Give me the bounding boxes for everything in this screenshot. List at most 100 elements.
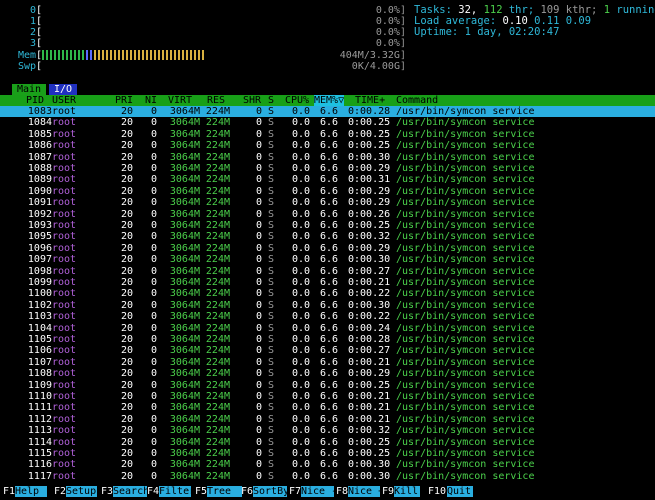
process-virt: 3064M <box>169 254 200 266</box>
process-res: 224M <box>205 425 230 437</box>
process-row[interactable]: 1111 root 20 0 3064M 224M 0 S 0.0 6.6 0:00.21/usr/… <box>0 402 655 413</box>
fkey-filter-button[interactable]: Filter <box>159 486 195 497</box>
process-row[interactable]: 1106 root 20 0 3064M 224M 0 S 0.0 6.6 0:00.27/usr/… <box>0 345 655 356</box>
process-mem: 6.6 <box>319 265 338 277</box>
process-row[interactable]: 1089 root 20 0 3064M 224M 0 S 0.0 6.6 0:00.31/usr/… <box>0 174 655 185</box>
process-row[interactable]: 1096 root 20 0 3064M 224M 0 S 0.0 6.6 0:00.29/usr/… <box>0 243 655 254</box>
column-pid[interactable]: PID <box>26 95 44 106</box>
fkey-sortby-button[interactable]: SortBy <box>253 486 289 497</box>
process-row[interactable]: 1103 root 20 0 3064M 224M 0 S 0.0 6.6 0:00.22/usr/… <box>0 311 655 322</box>
process-cpu: 0.0 <box>291 117 310 129</box>
process-pid: 1108 <box>27 368 52 380</box>
process-virt: 3064M <box>169 459 200 471</box>
column-shr[interactable]: SHR <box>243 95 261 106</box>
fkey-search-button[interactable]: Search <box>113 486 149 497</box>
process-pid: 1113 <box>27 425 52 437</box>
swap-meter: Swp[ 0K/4.00G] <box>0 61 410 72</box>
process-ni: 0 <box>150 288 157 300</box>
process-cmd: /usr/bin/symcon service <box>396 299 535 311</box>
process-user: root <box>52 208 77 220</box>
process-mem: 6.6 <box>319 436 338 448</box>
process-time: 0:00.25 <box>348 117 391 129</box>
process-cpu: 0.0 <box>291 197 310 209</box>
process-row[interactable]: 1114 root 20 0 3064M 224M 0 S 0.0 6.6 0:00.25/usr/… <box>0 437 655 448</box>
process-cpu: 0.0 <box>291 448 310 459</box>
process-ni: 0 <box>150 322 157 334</box>
process-row[interactable]: 1115 root 20 0 3064M 224M 0 S 0.0 6.6 0:00.25/usr/… <box>0 448 655 459</box>
fkey-kill-button[interactable]: Kill <box>394 486 420 497</box>
process-row[interactable]: 1112 root 20 0 3064M 224M 0 S 0.0 6.6 0:00.21/usr/… <box>0 414 655 425</box>
column-ni[interactable]: NI <box>145 95 157 106</box>
process-cmd: /usr/bin/symcon service <box>396 277 535 288</box>
fkey-setup-button[interactable]: Setup <box>66 486 97 497</box>
process-row[interactable]: 1098 root 20 0 3064M 224M 0 S 0.0 6.6 0:00.27/usr/… <box>0 266 655 277</box>
process-row[interactable]: 1093 root 20 0 3064M 224M 0 S 0.0 6.6 0:00.25/usr/… <box>0 220 655 231</box>
uptime: Uptime: 1 day, 02:20:47 <box>414 26 560 38</box>
column-command[interactable]: Command <box>396 95 438 106</box>
process-row[interactable]: 1086 root 20 0 3064M 224M 0 S 0.0 6.6 0:00.25/usr/… <box>0 140 655 151</box>
column-time[interactable]: TIME+ <box>355 95 385 106</box>
process-row[interactable]: 1105 root 20 0 3064M 224M 0 S 0.0 6.6 0:00.28/usr/… <box>0 334 655 345</box>
process-s: S <box>268 254 275 266</box>
process-ni: 0 <box>150 356 157 368</box>
tab-io[interactable]: I/O <box>49 84 78 95</box>
process-ni: 0 <box>150 459 157 471</box>
process-virt: 3064M <box>169 277 200 288</box>
process-row[interactable]: 1083 root 20 0 3064M 224M 0 S 0.0 6.6 0:00.28/usr/… <box>0 106 655 117</box>
process-row[interactable]: 1090 root 20 0 3064M 224M 0 S 0.0 6.6 0:00.29/usr/… <box>0 186 655 197</box>
process-pid: 1089 <box>27 174 52 186</box>
column-pri[interactable]: PRI <box>115 95 133 106</box>
tab-main[interactable]: Main <box>12 84 47 95</box>
process-cpu: 0.0 <box>291 459 310 471</box>
process-ni: 0 <box>150 242 157 254</box>
fkey-f2: F2 <box>54 486 67 497</box>
process-row[interactable]: 1097 root 20 0 3064M 224M 0 S 0.0 6.6 0:00.30/usr/… <box>0 254 655 265</box>
fkey-nice-button[interactable]: Nice - <box>301 486 337 497</box>
process-row[interactable]: 1104 root 20 0 3064M 224M 0 S 0.0 6.6 0:00.24/usr/… <box>0 323 655 334</box>
process-row[interactable]: 1113 root 20 0 3064M 224M 0 S 0.0 6.6 0:00.32/usr/… <box>0 425 655 436</box>
process-user: root <box>52 448 77 459</box>
process-pri: 20 <box>120 140 133 152</box>
fkey-quit-button[interactable]: Quit <box>447 486 473 497</box>
process-row[interactable]: 1092 root 20 0 3064M 224M 0 S 0.0 6.6 0:00.26/usr/… <box>0 209 655 220</box>
process-row[interactable]: 1100 root 20 0 3064M 224M 0 S 0.0 6.6 0:00.22/usr/… <box>0 288 655 299</box>
fkey-tree-button[interactable]: Tree <box>207 486 242 497</box>
column-state[interactable]: S <box>268 95 274 106</box>
process-mem: 6.6 <box>319 117 338 129</box>
process-row[interactable]: 1084 root 20 0 3064M 224M 0 S 0.0 6.6 0:00.25/usr/… <box>0 117 655 128</box>
process-cmd: /usr/bin/symcon service <box>396 436 535 448</box>
process-row[interactable]: 1087 root 20 0 3064M 224M 0 S 0.0 6.6 0:00.30/usr/… <box>0 152 655 163</box>
process-row[interactable]: 1117 root 20 0 3064M 224M 0 S 0.0 6.6 0:00.30/usr/… <box>0 471 655 482</box>
swap-value: 0K/4.00G] <box>351 61 406 72</box>
process-row[interactable]: 1085 root 20 0 3064M 224M 0 S 0.0 6.6 0:00.25/usr/… <box>0 129 655 140</box>
process-cpu: 0.0 <box>291 220 310 231</box>
process-shr: 0 <box>255 356 262 368</box>
process-row[interactable]: 1107 root 20 0 3064M 224M 0 S 0.0 6.6 0:00.21/usr/… <box>0 357 655 368</box>
process-row[interactable]: 1102 root 20 0 3064M 224M 0 S 0.0 6.6 0:00.30/usr/… <box>0 300 655 311</box>
process-virt: 3064M <box>169 128 200 140</box>
process-shr: 0 <box>255 185 262 197</box>
column-cpu[interactable]: CPU% <box>285 95 309 106</box>
process-row[interactable]: 1108 root 20 0 3064M 224M 0 S 0.0 6.6 0:00.29/usr/… <box>0 368 655 379</box>
fkey-help-button[interactable]: Help <box>15 486 47 497</box>
process-row[interactable]: 1091 root 20 0 3064M 224M 0 S 0.0 6.6 0:00.29/usr/… <box>0 197 655 208</box>
process-row[interactable]: 1095 root 20 0 3064M 224M 0 S 0.0 6.6 0:00.32/usr/… <box>0 231 655 242</box>
process-s: S <box>268 174 275 186</box>
process-s: S <box>268 151 275 163</box>
process-row[interactable]: 1110 root 20 0 3064M 224M 0 S 0.0 6.6 0:00.21/usr/… <box>0 391 655 402</box>
process-row[interactable]: 1116 root 20 0 3064M 224M 0 S 0.0 6.6 0:00.30/usr/… <box>0 459 655 470</box>
column-user[interactable]: USER <box>52 95 76 106</box>
process-shr: 0 <box>255 322 262 334</box>
process-row[interactable]: 1088 root 20 0 3064M 224M 0 S 0.0 6.6 0:00.29/usr/… <box>0 163 655 174</box>
fkey-f4: F4 <box>147 486 160 497</box>
fkey-nice-button[interactable]: Nice + <box>348 486 384 497</box>
process-cmd: /usr/bin/symcon service <box>396 242 535 254</box>
column-virt[interactable]: VIRT <box>168 95 192 106</box>
process-pri: 20 <box>120 356 133 368</box>
process-mem: 6.6 <box>319 311 338 323</box>
process-row[interactable]: 1109 root 20 0 3064M 224M 0 S 0.0 6.6 0:00.25/usr/… <box>0 380 655 391</box>
column-res[interactable]: RES <box>207 95 225 106</box>
process-row[interactable]: 1099 root 20 0 3064M 224M 0 S 0.0 6.6 0:00.21/usr/… <box>0 277 655 288</box>
column-mem-sorted[interactable]: MEM%▽ <box>314 95 345 106</box>
process-cpu: 0.0 <box>291 140 310 152</box>
